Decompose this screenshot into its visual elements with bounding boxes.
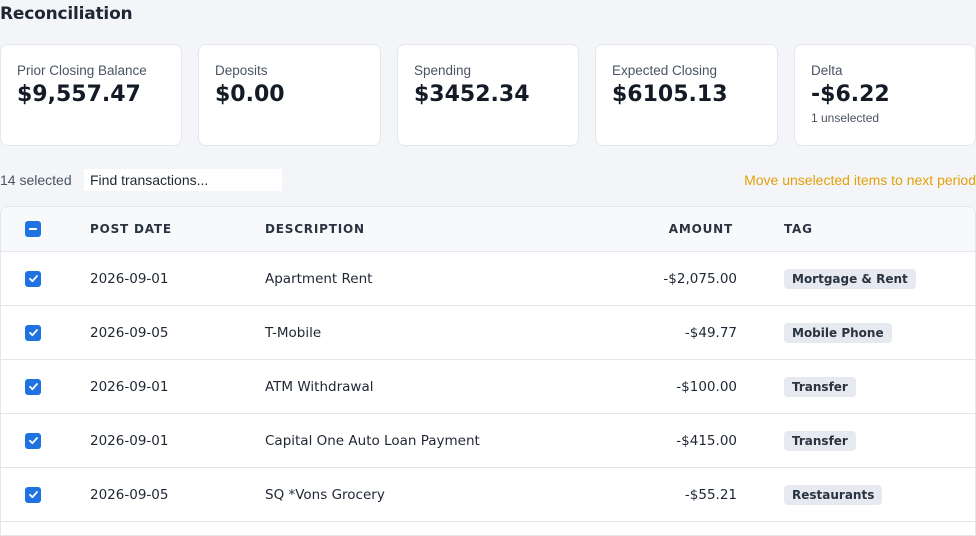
table-row[interactable]: 2026-09-05 SQ *Vons Grocery -$55.21 Rest…: [1, 468, 975, 522]
row-description: Capital One Auto Loan Payment: [265, 432, 480, 449]
header-amount[interactable]: AMOUNT: [669, 207, 733, 251]
card-label: Deposits: [215, 63, 268, 78]
row-check-cell: [25, 252, 45, 305]
checkmark-icon: [28, 329, 38, 337]
checkmark-icon: [28, 275, 38, 283]
row-date: 2026-09-01: [90, 432, 169, 449]
card-label: Delta: [811, 63, 843, 78]
summary-cards: Prior Closing Balance $9,557.47 Deposits…: [0, 44, 976, 146]
row-tag-cell: Transfer: [784, 414, 856, 467]
transactions-table: POST DATE DESCRIPTION AMOUNT TAG 2026-09…: [0, 206, 976, 536]
tag-badge[interactable]: Mortgage & Rent: [784, 268, 916, 289]
card-value: $6105.13: [612, 82, 728, 107]
row-description: T-Mobile: [265, 324, 322, 341]
checkmark-icon: [28, 383, 38, 391]
selected-count: 14 selected: [0, 172, 72, 188]
row-checkbox[interactable]: [25, 432, 41, 449]
card-value: -$6.22: [811, 82, 890, 107]
toolbar: 14 selected Move unselected items to nex…: [0, 168, 976, 192]
card-label: Prior Closing Balance: [17, 63, 147, 78]
row-date: 2026-09-01: [90, 270, 169, 287]
card-spending: Spending $3452.34: [397, 44, 579, 146]
header-check-cell: [25, 207, 45, 251]
header-post-date[interactable]: POST DATE: [90, 207, 172, 251]
row-amount: -$55.21: [684, 486, 737, 503]
move-unselected-link[interactable]: Move unselected items to next period: [744, 172, 976, 188]
row-description: SQ *Vons Grocery: [265, 486, 385, 503]
checkmark-icon: [28, 491, 38, 499]
row-description: ATM Withdrawal: [265, 378, 374, 395]
row-amount: -$49.77: [684, 324, 737, 341]
card-deposits: Deposits $0.00: [198, 44, 381, 146]
search-input[interactable]: [84, 169, 282, 191]
row-amount: -$415.00: [676, 432, 737, 449]
minus-icon: [29, 228, 37, 230]
checkmark-icon: [28, 437, 38, 445]
table-row[interactable]: 2026-09-01 Capital One Auto Loan Payment…: [1, 414, 975, 468]
row-checkbox[interactable]: [25, 378, 41, 395]
tag-badge[interactable]: Transfer: [784, 376, 856, 397]
row-check-cell: [25, 414, 45, 467]
select-all-checkbox[interactable]: [25, 221, 41, 237]
card-subtext: 1 unselected: [811, 111, 880, 125]
card-expected-closing: Expected Closing $6105.13: [595, 44, 778, 146]
row-amount: -$100.00: [676, 378, 737, 395]
row-check-cell: [25, 306, 45, 359]
row-check-cell: [25, 468, 45, 521]
row-check-cell: [25, 360, 45, 413]
row-tag-cell: Mobile Phone: [784, 306, 892, 359]
table-row[interactable]: 2026-09-01 Apartment Rent -$2,075.00 Mor…: [1, 252, 975, 306]
header-tag[interactable]: TAG: [784, 207, 813, 251]
row-description: Apartment Rent: [265, 270, 373, 287]
card-label: Expected Closing: [612, 63, 718, 78]
table-row[interactable]: 2026-09-05 T-Mobile -$49.77 Mobile Phone: [1, 306, 975, 360]
table-row[interactable]: 2026-09-01 ATM Withdrawal -$100.00 Trans…: [1, 360, 975, 414]
tag-badge[interactable]: Transfer: [784, 430, 856, 451]
tag-badge[interactable]: Mobile Phone: [784, 322, 892, 343]
card-prior-closing-balance: Prior Closing Balance $9,557.47: [0, 44, 182, 146]
page-title: Reconciliation: [0, 4, 133, 24]
card-value: $9,557.47: [17, 82, 141, 107]
row-date: 2026-09-05: [90, 486, 169, 503]
row-checkbox[interactable]: [25, 324, 41, 341]
row-date: 2026-09-05: [90, 324, 169, 341]
table-header: POST DATE DESCRIPTION AMOUNT TAG: [1, 207, 975, 252]
row-date: 2026-09-01: [90, 378, 169, 395]
card-value: $0.00: [215, 82, 285, 107]
card-value: $3452.34: [414, 82, 530, 107]
row-tag-cell: Restaurants: [784, 468, 883, 521]
card-label: Spending: [414, 63, 472, 78]
row-tag-cell: Mortgage & Rent: [784, 252, 916, 305]
row-tag-cell: Transfer: [784, 360, 856, 413]
header-description[interactable]: DESCRIPTION: [265, 207, 365, 251]
row-checkbox[interactable]: [25, 270, 41, 287]
row-amount: -$2,075.00: [663, 270, 737, 287]
card-delta: Delta -$6.22 1 unselected: [794, 44, 976, 146]
tag-badge[interactable]: Restaurants: [784, 484, 883, 505]
row-checkbox[interactable]: [25, 486, 41, 503]
